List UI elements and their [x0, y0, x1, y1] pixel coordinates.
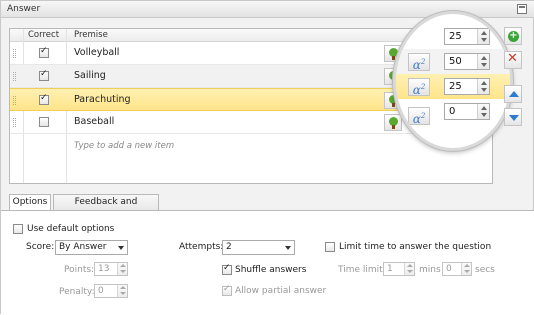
- column-premise[interactable]: Premise: [74, 30, 108, 40]
- use-default-options-checkbox[interactable]: [13, 224, 23, 234]
- move-down-icon: [509, 115, 519, 121]
- chevron-down-icon[interactable]: [285, 246, 291, 250]
- score-select[interactable]: By Answer: [55, 240, 128, 255]
- alpha-squared-icon[interactable]: α2: [408, 107, 430, 126]
- column-correct[interactable]: Correct: [28, 30, 59, 40]
- new-item-input[interactable]: Type to add a new item: [74, 141, 174, 151]
- value-spinner[interactable]: 25: [444, 28, 490, 45]
- spinner-arrows-icon[interactable]: [477, 54, 489, 69]
- time-limit-mins-input[interactable]: 1: [383, 262, 415, 276]
- penalty-label: Penalty:: [59, 287, 95, 297]
- shuffle-answers-label[interactable]: Shuffle answers: [235, 265, 306, 275]
- drag-handle-icon[interactable]: [13, 118, 16, 127]
- drag-handle-icon[interactable]: [13, 49, 16, 58]
- allow-partial-answer-label[interactable]: Allow partial answer: [235, 286, 326, 296]
- add-button[interactable]: +: [504, 27, 522, 45]
- magnifier-lens: 25 α2 50 α2 25 α2 0: [393, 11, 513, 151]
- mins-label: mins: [419, 265, 441, 275]
- premise-text[interactable]: Parachuting: [74, 94, 131, 105]
- lens-row: α2 0: [396, 99, 510, 126]
- score-value[interactable]: By Answer: [59, 242, 107, 252]
- premise-text[interactable]: Volleyball: [74, 47, 119, 58]
- panel-title: Answer: [7, 4, 41, 14]
- attempts-label: Attempts:: [179, 242, 224, 252]
- lens-row: 25: [396, 24, 510, 49]
- shuffle-answers-checkbox[interactable]: [222, 263, 232, 275]
- correct-checkbox[interactable]: [39, 117, 49, 127]
- spinner-arrows-icon[interactable]: [477, 79, 489, 94]
- minimize-icon[interactable]: [517, 4, 527, 14]
- value-spinner[interactable]: 25: [444, 78, 490, 95]
- points-label: Points:: [64, 265, 95, 275]
- move-up-icon: [509, 91, 519, 97]
- spinner-arrows-icon[interactable]: [477, 104, 489, 119]
- lens-row: α2 25: [396, 74, 510, 99]
- penalty-spinner-icon[interactable]: [117, 285, 127, 297]
- answer-panel: Answer Correct Premise Volleyball α Sail…: [0, 0, 534, 315]
- points-spinner-icon[interactable]: [117, 263, 127, 275]
- chevron-down-icon[interactable]: [118, 246, 124, 250]
- attempts-value[interactable]: 2: [226, 242, 232, 252]
- mins-spinner-icon[interactable]: [404, 263, 414, 275]
- limit-time-label[interactable]: Limit time to answer the question: [339, 242, 491, 252]
- mins-value[interactable]: 1: [387, 264, 393, 274]
- secs-label: secs: [475, 265, 495, 275]
- correct-checkbox[interactable]: [39, 46, 49, 58]
- value-spinner[interactable]: 0: [444, 103, 490, 120]
- attempts-select[interactable]: 2: [222, 240, 295, 255]
- secs-value[interactable]: 0: [446, 264, 452, 274]
- penalty-value[interactable]: 0: [98, 286, 104, 296]
- use-default-options-label[interactable]: Use default options: [27, 224, 114, 234]
- lens-row: α2 50: [396, 49, 510, 74]
- alpha-squared-icon[interactable]: α2: [408, 78, 430, 97]
- correct-checkbox[interactable]: [39, 69, 49, 81]
- allow-partial-answer-checkbox[interactable]: [222, 284, 232, 296]
- move-down-button[interactable]: [504, 108, 522, 126]
- add-icon: +: [508, 30, 519, 42]
- premise-text[interactable]: Baseball: [74, 116, 114, 127]
- move-up-button[interactable]: [504, 85, 522, 103]
- premise-text[interactable]: Sailing: [74, 70, 106, 81]
- value-spinner[interactable]: 50: [444, 53, 490, 70]
- secs-spinner-icon[interactable]: [461, 263, 471, 275]
- score-label: Score:: [26, 242, 55, 252]
- limit-time-checkbox[interactable]: [325, 242, 335, 252]
- spinner-value[interactable]: 0: [449, 106, 455, 117]
- drag-handle-icon[interactable]: [13, 96, 16, 105]
- correct-checkbox[interactable]: [39, 93, 49, 105]
- spinner-value[interactable]: 25: [449, 31, 462, 42]
- points-value[interactable]: 13: [98, 264, 109, 274]
- delete-button[interactable]: ✕: [504, 51, 522, 69]
- spinner-value[interactable]: 25: [449, 81, 462, 92]
- drag-handle-icon[interactable]: [13, 72, 16, 81]
- tab-feedback-and-branching[interactable]: Feedback and Branching: [53, 194, 159, 222]
- delete-icon: ✕: [507, 51, 518, 66]
- penalty-input[interactable]: 0: [94, 284, 128, 298]
- spinner-value[interactable]: 50: [449, 56, 462, 67]
- time-limit-secs-input[interactable]: 0: [442, 262, 472, 276]
- alpha-squared-icon[interactable]: α2: [408, 53, 430, 72]
- points-input[interactable]: 13: [94, 262, 128, 276]
- time-limit-label: Time limit:: [338, 265, 386, 275]
- spinner-arrows-icon[interactable]: [477, 29, 489, 44]
- options-panel: Use default options Score: By Answer Poi…: [1, 211, 534, 315]
